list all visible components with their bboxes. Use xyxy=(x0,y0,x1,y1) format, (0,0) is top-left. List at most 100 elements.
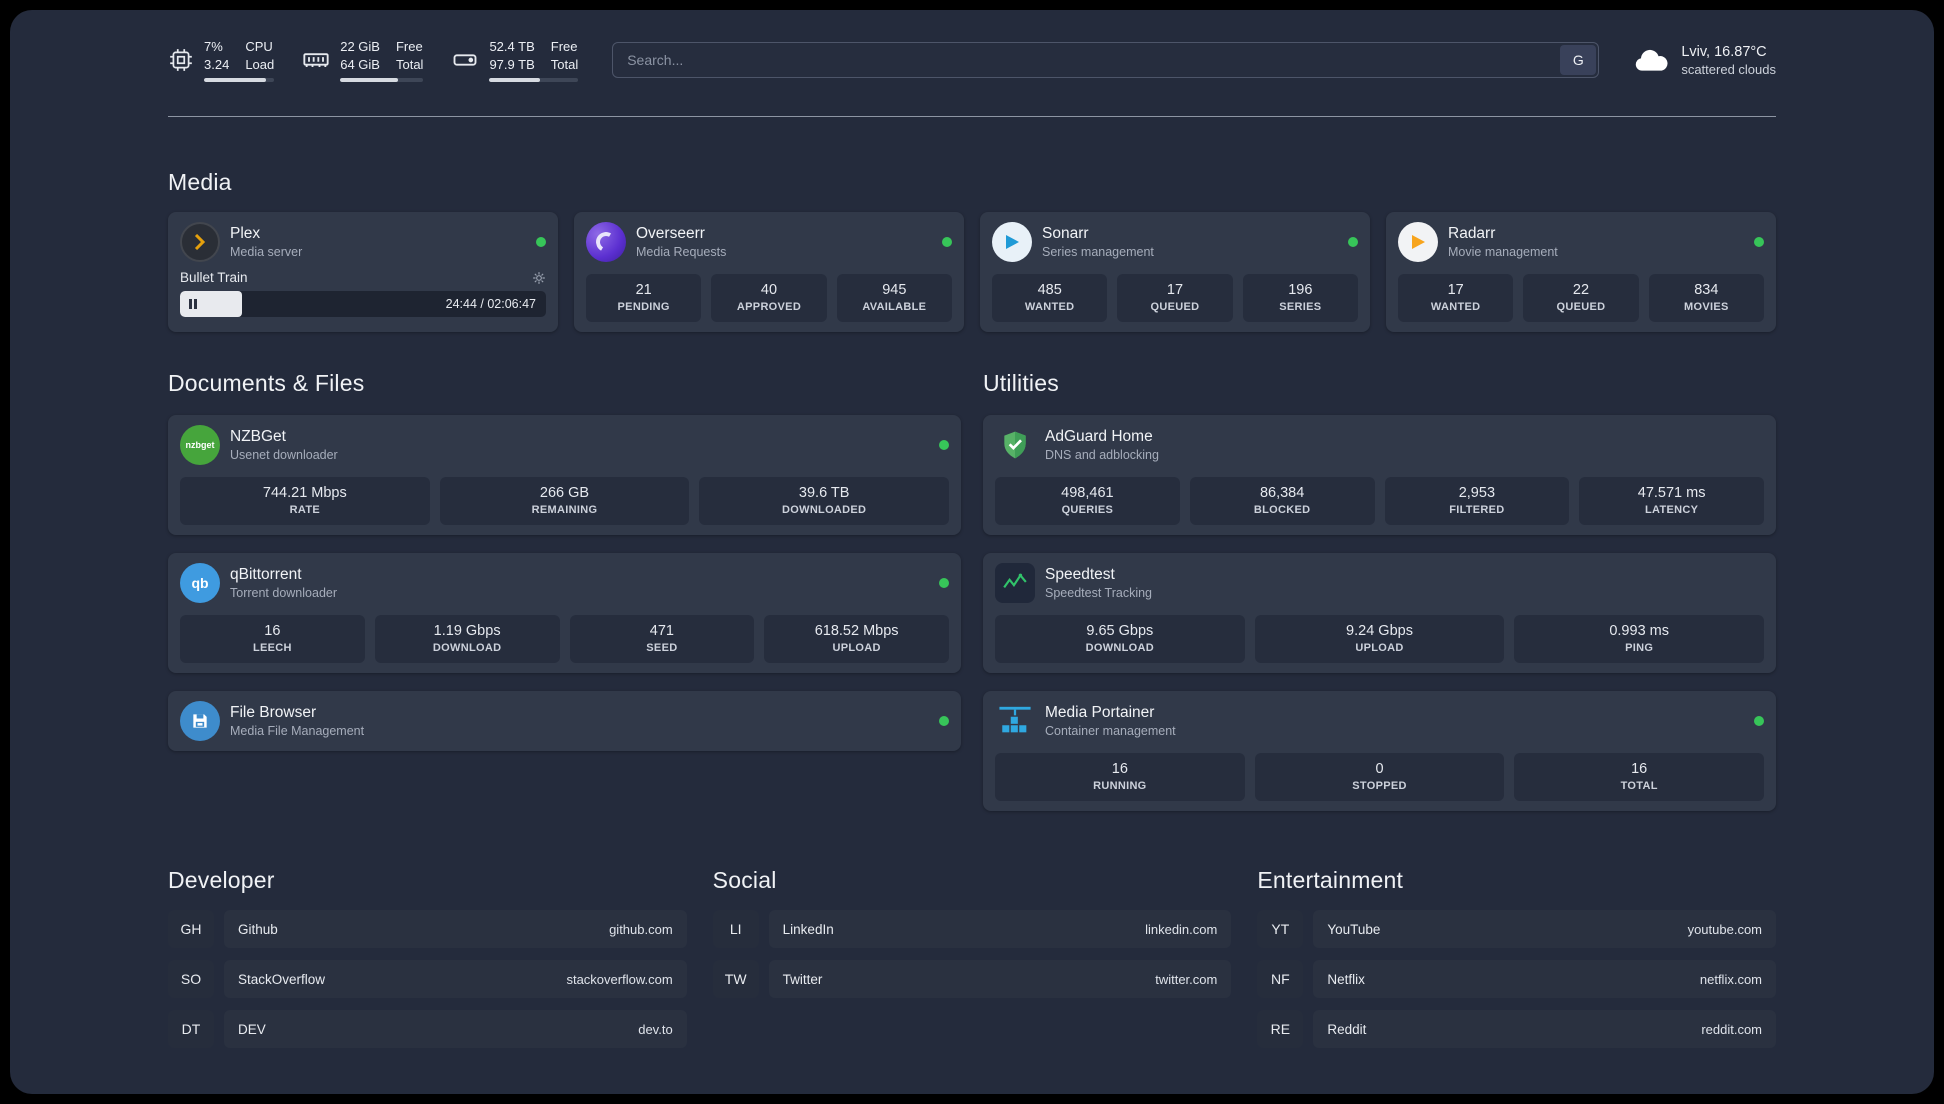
app-subtitle: DNS and adblocking xyxy=(1045,448,1159,462)
stat-tile: 86,384 BLOCKED xyxy=(1189,477,1375,525)
stat-tile: 945 AVAILABLE xyxy=(836,274,952,322)
bookmark-linkedin[interactable]: LI LinkedIn linkedin.com xyxy=(712,910,1232,948)
memory-icon xyxy=(302,46,330,74)
search-bar: G xyxy=(612,42,1600,78)
bookmark-url: github.com xyxy=(609,921,673,937)
app-card-plex[interactable]: Plex Media server Bullet Train 24:44 / 0… xyxy=(168,212,558,332)
status-dot xyxy=(1754,716,1764,726)
stat-tile: 2,953 FILTERED xyxy=(1384,477,1570,525)
disk-progress-bar xyxy=(489,78,579,83)
bookmark-dev[interactable]: DT DEV dev.to xyxy=(168,1010,687,1048)
section-documents: Documents & Files nzbget NZBGet Usenet d… xyxy=(168,370,961,811)
app-subtitle: Media File Management xyxy=(230,724,365,738)
bookmark-badge: NF xyxy=(1257,960,1304,998)
app-card-nzbget[interactable]: nzbget NZBGet Usenet downloader 744.21 M… xyxy=(168,415,961,535)
qbittorrent-icon: qb xyxy=(180,563,220,603)
nzbget-icon: nzbget xyxy=(180,425,220,465)
bookmark-twitter[interactable]: TW Twitter twitter.com xyxy=(712,960,1232,998)
disk-total: 97.9 TB xyxy=(489,57,535,72)
bookmark-name: Github xyxy=(238,921,278,937)
stat-tile: 498,461 QUERIES xyxy=(995,477,1180,525)
status-dot xyxy=(1348,237,1358,247)
cloud-icon xyxy=(1633,47,1669,74)
bookmark-group-social: Social LI LinkedIn linkedin.com TW Twitt… xyxy=(712,867,1232,1060)
cpu-icon xyxy=(168,47,194,73)
disk-free: 52.4 TB xyxy=(489,38,535,54)
stat-tile: 17 QUEUED xyxy=(1117,274,1233,322)
bookmark-youtube[interactable]: YT YouTube youtube.com xyxy=(1257,910,1777,948)
media-section-title: Media xyxy=(168,169,232,195)
bookmark-name: Netflix xyxy=(1327,971,1365,987)
entertainment-section-title: Entertainment xyxy=(1257,867,1404,893)
stat-tile: 0.993 ms PING xyxy=(1514,615,1765,663)
cpu-usage: 7% xyxy=(204,38,223,54)
bookmark-reddit[interactable]: RE Reddit reddit.com xyxy=(1257,1010,1777,1048)
app-card-portainer[interactable]: Media Portainer Container management 16 … xyxy=(983,691,1776,811)
cpu-load-avg: 3.24 xyxy=(204,57,230,72)
bookmark-url: twitter.com xyxy=(1155,971,1218,987)
plex-icon xyxy=(180,222,220,262)
stat-tile: 471 SEED xyxy=(569,615,755,663)
bookmark-badge: DT xyxy=(168,1010,214,1048)
stat-tile: 266 GB REMAINING xyxy=(439,477,690,525)
app-card-sonarr[interactable]: Sonarr Series management 485 WANTED 17 Q… xyxy=(980,212,1370,332)
bookmark-name: YouTube xyxy=(1327,921,1381,937)
bookmark-stackoverflow[interactable]: SO StackOverflow stackoverflow.com xyxy=(168,960,687,998)
status-dot xyxy=(536,237,546,247)
bookmark-name: DEV xyxy=(238,1021,266,1037)
app-name: Radarr xyxy=(1448,225,1496,242)
app-subtitle: Media Requests xyxy=(636,245,727,259)
bookmark-badge: SO xyxy=(168,960,214,998)
bookmark-group-entertainment: Entertainment YT YouTube youtube.com NF … xyxy=(1257,867,1777,1060)
filebrowser-icon xyxy=(180,701,220,741)
app-name: Plex xyxy=(230,225,261,242)
pause-icon[interactable] xyxy=(189,299,197,309)
playback-progress-bar[interactable]: 24:44 / 02:06:47 xyxy=(180,291,546,317)
cpu-label: CPU xyxy=(245,38,273,54)
app-name: qBittorrent xyxy=(230,566,302,583)
search-input[interactable] xyxy=(612,42,1600,78)
disk-widget: 52.4 TB 97.9 TB Free Total xyxy=(451,38,579,83)
app-subtitle: Torrent downloader xyxy=(230,586,338,600)
app-name: AdGuard Home xyxy=(1045,428,1153,445)
stat-tile: 22 QUEUED xyxy=(1523,274,1639,322)
section-media: Media Plex Media server Bullet Train 24:… xyxy=(168,169,1776,332)
status-dot xyxy=(942,237,952,247)
stat-tile: 0 STOPPED xyxy=(1254,753,1505,801)
app-subtitle: Speedtest Tracking xyxy=(1045,586,1153,600)
weather-widget: Lviv, 16.87°C scattered clouds xyxy=(1633,44,1776,77)
weather-condition: scattered clouds xyxy=(1681,61,1776,77)
header-divider xyxy=(168,116,1776,117)
app-card-radarr[interactable]: Radarr Movie management 17 WANTED 22 QUE… xyxy=(1386,212,1776,332)
app-card-adguard[interactable]: AdGuard Home DNS and adblocking 498,461 … xyxy=(983,415,1776,535)
search-engine-button[interactable]: G xyxy=(1560,45,1597,75)
disk-free-label: Free xyxy=(550,38,578,54)
bookmark-url: netflix.com xyxy=(1699,971,1763,987)
settings-icon[interactable] xyxy=(532,271,546,285)
developer-section-title: Developer xyxy=(168,867,275,893)
overseerr-icon xyxy=(586,222,626,262)
app-card-overseerr[interactable]: Overseerr Media Requests 21 PENDING 40 A… xyxy=(574,212,964,332)
app-subtitle: Series management xyxy=(1042,245,1154,259)
bookmark-badge: LI xyxy=(712,910,759,948)
bookmark-name: StackOverflow xyxy=(238,971,326,987)
utilities-section-title: Utilities xyxy=(983,370,1059,396)
bookmark-netflix[interactable]: NF Netflix netflix.com xyxy=(1257,960,1777,998)
app-card-filebrowser[interactable]: File Browser Media File Management xyxy=(168,691,961,751)
app-card-speedtest[interactable]: Speedtest Speedtest Tracking 9.65 Gbps D… xyxy=(983,553,1776,673)
bookmark-badge: GH xyxy=(168,910,214,948)
memory-free: 22 GiB xyxy=(340,38,380,54)
app-subtitle: Movie management xyxy=(1448,245,1558,259)
bookmark-url: youtube.com xyxy=(1687,921,1763,937)
bookmark-github[interactable]: GH Github github.com xyxy=(168,910,687,948)
sonarr-icon xyxy=(992,222,1032,262)
bookmark-name: Reddit xyxy=(1327,1021,1367,1037)
stat-tile: 16 LEECH xyxy=(180,615,365,663)
bookmark-name: LinkedIn xyxy=(782,921,834,937)
app-card-qbittorrent[interactable]: qb qBittorrent Torrent downloader 16 LEE… xyxy=(168,553,961,673)
bookmark-url: stackoverflow.com xyxy=(566,971,673,987)
status-dot xyxy=(939,440,949,450)
bookmark-url: linkedin.com xyxy=(1145,921,1218,937)
documents-section-title: Documents & Files xyxy=(168,370,365,396)
section-utilities: Utilities AdGuard Home DNS and adblockin… xyxy=(983,370,1776,811)
